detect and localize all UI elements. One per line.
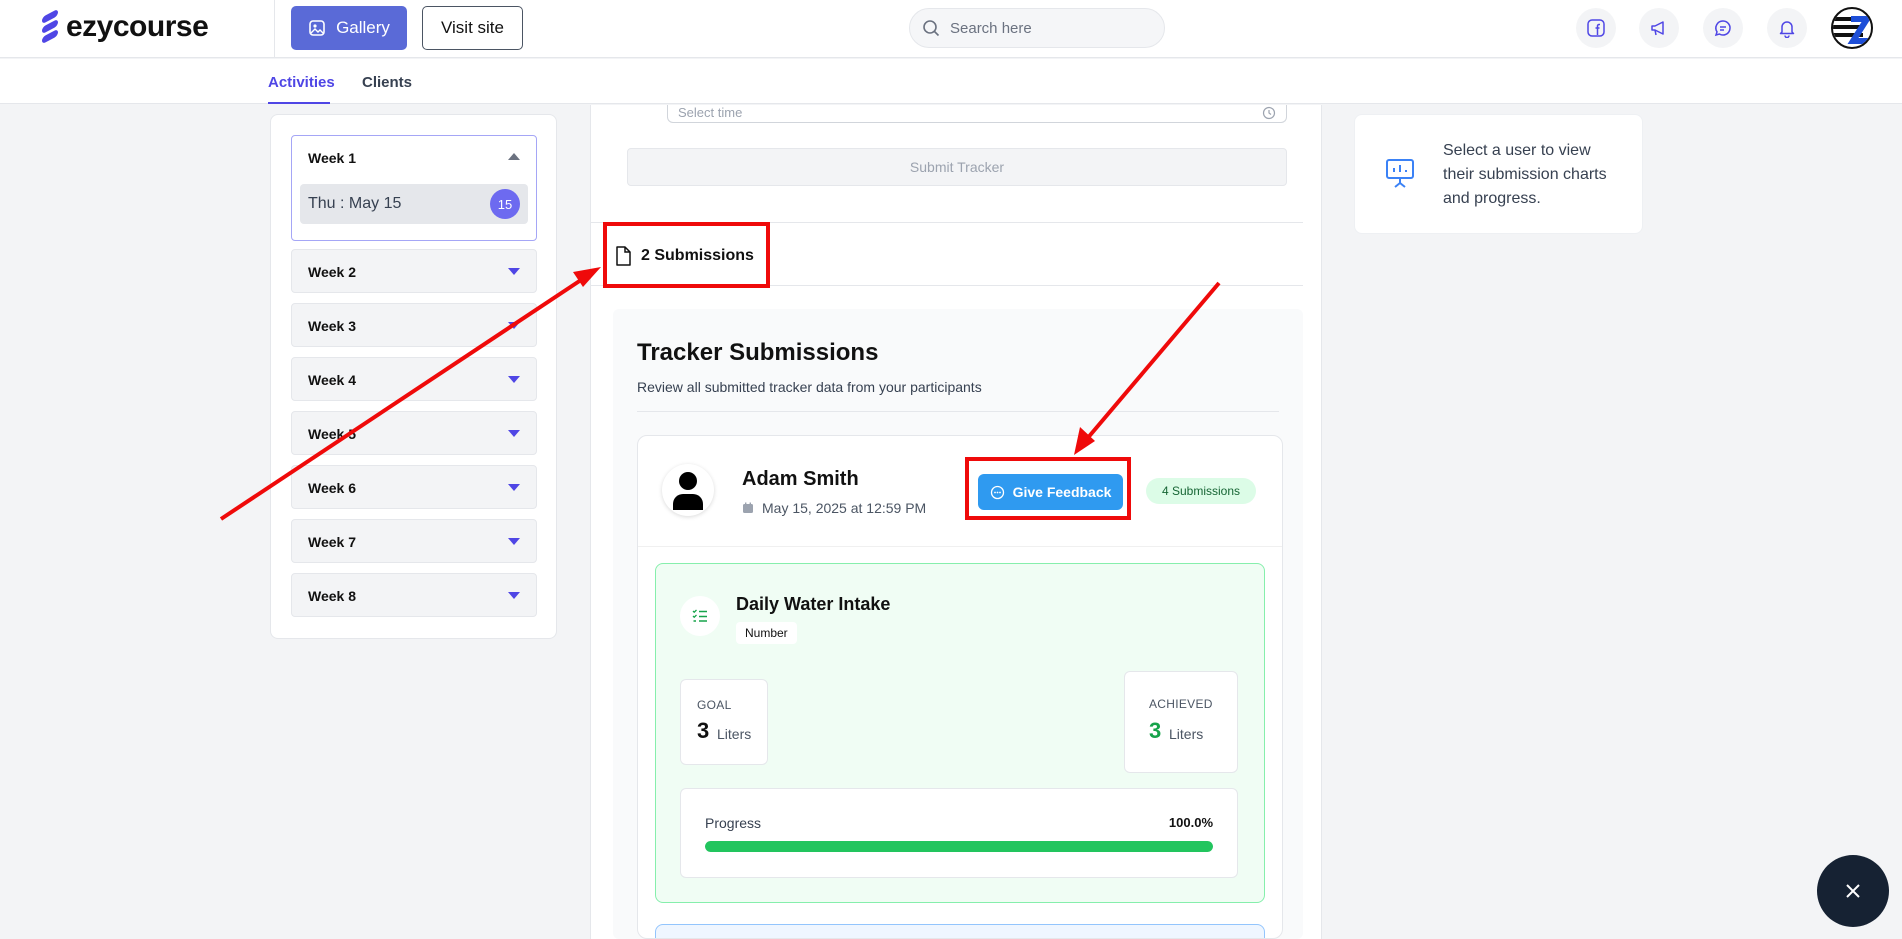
user-name: Adam Smith: [742, 468, 859, 490]
submission-date: May 15, 2025 at 12:59 PM: [742, 500, 926, 516]
chevron-down-icon: [508, 484, 520, 491]
megaphone-icon[interactable]: [1639, 8, 1679, 48]
chevron-down-icon: [508, 592, 520, 599]
gallery-icon: [309, 20, 325, 36]
divider: [638, 546, 1282, 547]
time-select-field[interactable]: Select time: [667, 105, 1287, 123]
metric-type-tag: Number: [736, 622, 797, 644]
document-icon: [616, 246, 631, 266]
ezycourse-logo[interactable]: ezycourse: [40, 8, 209, 45]
clock-icon: [1262, 106, 1276, 120]
search-icon: [923, 20, 940, 37]
week-7-accordion[interactable]: Week 7: [291, 519, 537, 563]
visit-site-button[interactable]: Visit site: [422, 6, 523, 50]
metric-card-next: [655, 924, 1265, 938]
achieved-label: ACHIEVED: [1149, 697, 1213, 711]
calendar-icon: [743, 502, 753, 513]
tracker-submissions-section: Tracker Submissions Review all submitted…: [613, 309, 1303, 939]
progress-bar-fill: [705, 841, 1213, 852]
day-item[interactable]: Thu : May 15 15: [300, 184, 528, 224]
bell-icon[interactable]: [1767, 8, 1807, 48]
list-checks-icon: [680, 596, 720, 636]
metric-name: Daily Water Intake: [736, 594, 891, 614]
metric-card: Daily Water Intake Number GOAL 3 Liters …: [655, 563, 1265, 903]
divider: [637, 411, 1279, 412]
tracker-panel: Select time Submit Tracker 2 Submissions…: [590, 105, 1322, 939]
week-6-accordion[interactable]: Week 6: [291, 465, 537, 509]
logo-text: ezycourse: [66, 10, 209, 43]
divider: [591, 285, 1303, 286]
time-placeholder: Select time: [678, 105, 743, 120]
goal-value: 3: [697, 718, 710, 743]
achieved-stat: ACHIEVED 3 Liters: [1124, 671, 1238, 773]
info-text: Select a user to view their submission c…: [1443, 142, 1607, 207]
week-3-accordion[interactable]: Week 3: [291, 303, 537, 347]
submissions-count-badge: 4 Submissions: [1146, 478, 1256, 504]
chevron-down-icon: [508, 430, 520, 437]
goal-unit: Liters: [717, 726, 752, 742]
profile-avatar[interactable]: [1831, 7, 1873, 49]
goal-label: GOAL: [697, 698, 732, 712]
submit-tracker-button[interactable]: Submit Tracker: [627, 148, 1287, 186]
chevron-down-icon: [508, 268, 520, 275]
chat-icon[interactable]: [1703, 8, 1743, 48]
close-widget-button[interactable]: [1817, 855, 1889, 927]
chart-presentation-icon: [1386, 159, 1414, 188]
achieved-unit: Liters: [1169, 726, 1204, 742]
date-text: May 15, 2025 at 12:59 PM: [762, 500, 927, 516]
info-card: Select a user to view their submission c…: [1354, 114, 1643, 234]
user-icon: [673, 472, 703, 510]
week-label: Week 4: [308, 372, 356, 388]
week-2-accordion[interactable]: Week 2: [291, 249, 537, 293]
avatar: [662, 464, 714, 516]
close-icon: [1846, 884, 1860, 898]
progress-section: Progress 100.0%: [680, 788, 1238, 878]
search-box[interactable]: [909, 8, 1165, 48]
chevron-down-icon: [508, 538, 520, 545]
submissions-tab-label: 2 Submissions: [641, 247, 754, 264]
section-title: Tracker Submissions: [637, 339, 879, 366]
facebook-icon[interactable]: [1576, 8, 1616, 48]
chat-bubble-icon: [990, 485, 1004, 499]
chevron-down-icon: [508, 376, 520, 383]
weeks-panel: Week 1 Thu : May 15 15 Week 2 Week 3 Wee…: [270, 114, 557, 639]
progress-percent: 100.0%: [1168, 815, 1213, 830]
achieved-value: 3: [1149, 718, 1162, 743]
week-8-accordion[interactable]: Week 8: [291, 573, 537, 617]
give-feedback-label: Give Feedback: [1012, 484, 1112, 500]
tab-clients[interactable]: Clients: [362, 74, 412, 91]
week-label: Week 3: [308, 318, 356, 334]
day-label: Thu : May 15: [308, 195, 402, 212]
logo-mark-icon: [40, 8, 60, 45]
section-subtitle: Review all submitted tracker data from y…: [637, 379, 982, 395]
divider: [591, 222, 1303, 223]
submissions-tab[interactable]: 2 Submissions: [613, 245, 754, 267]
tab-activities[interactable]: Activities: [268, 74, 335, 91]
week-label: Week 6: [308, 480, 356, 496]
give-feedback-button[interactable]: Give Feedback: [978, 474, 1123, 510]
week-label: Week 2: [308, 264, 356, 280]
chevron-up-icon[interactable]: [508, 153, 520, 160]
gallery-button[interactable]: Gallery: [291, 6, 407, 50]
week-label: Week 7: [308, 534, 356, 550]
week-4-accordion[interactable]: Week 4: [291, 357, 537, 401]
progress-label: Progress: [705, 815, 762, 831]
submission-card: Adam Smith May 15, 2025 at 12:59 PM Give…: [637, 435, 1283, 939]
gallery-label: Gallery: [336, 18, 390, 37]
week-1-accordion: Week 1 Thu : May 15 15: [291, 135, 537, 241]
chevron-down-icon: [508, 322, 520, 329]
week-1-label[interactable]: Week 1: [308, 150, 356, 166]
week-label: Week 8: [308, 588, 356, 604]
day-count-badge: 15: [490, 189, 520, 219]
top-navbar: ezycourse Gallery Visit site: [0, 0, 1902, 58]
nav-divider: [274, 0, 275, 58]
sub-tab-bar: Activities Clients: [0, 59, 1902, 104]
week-label: Week 5: [308, 426, 356, 442]
active-tab-indicator: [268, 102, 330, 104]
progress-bar: [705, 841, 1213, 852]
week-5-accordion[interactable]: Week 5: [291, 411, 537, 455]
search-input[interactable]: [950, 19, 1150, 37]
goal-stat: GOAL 3 Liters: [680, 679, 768, 765]
